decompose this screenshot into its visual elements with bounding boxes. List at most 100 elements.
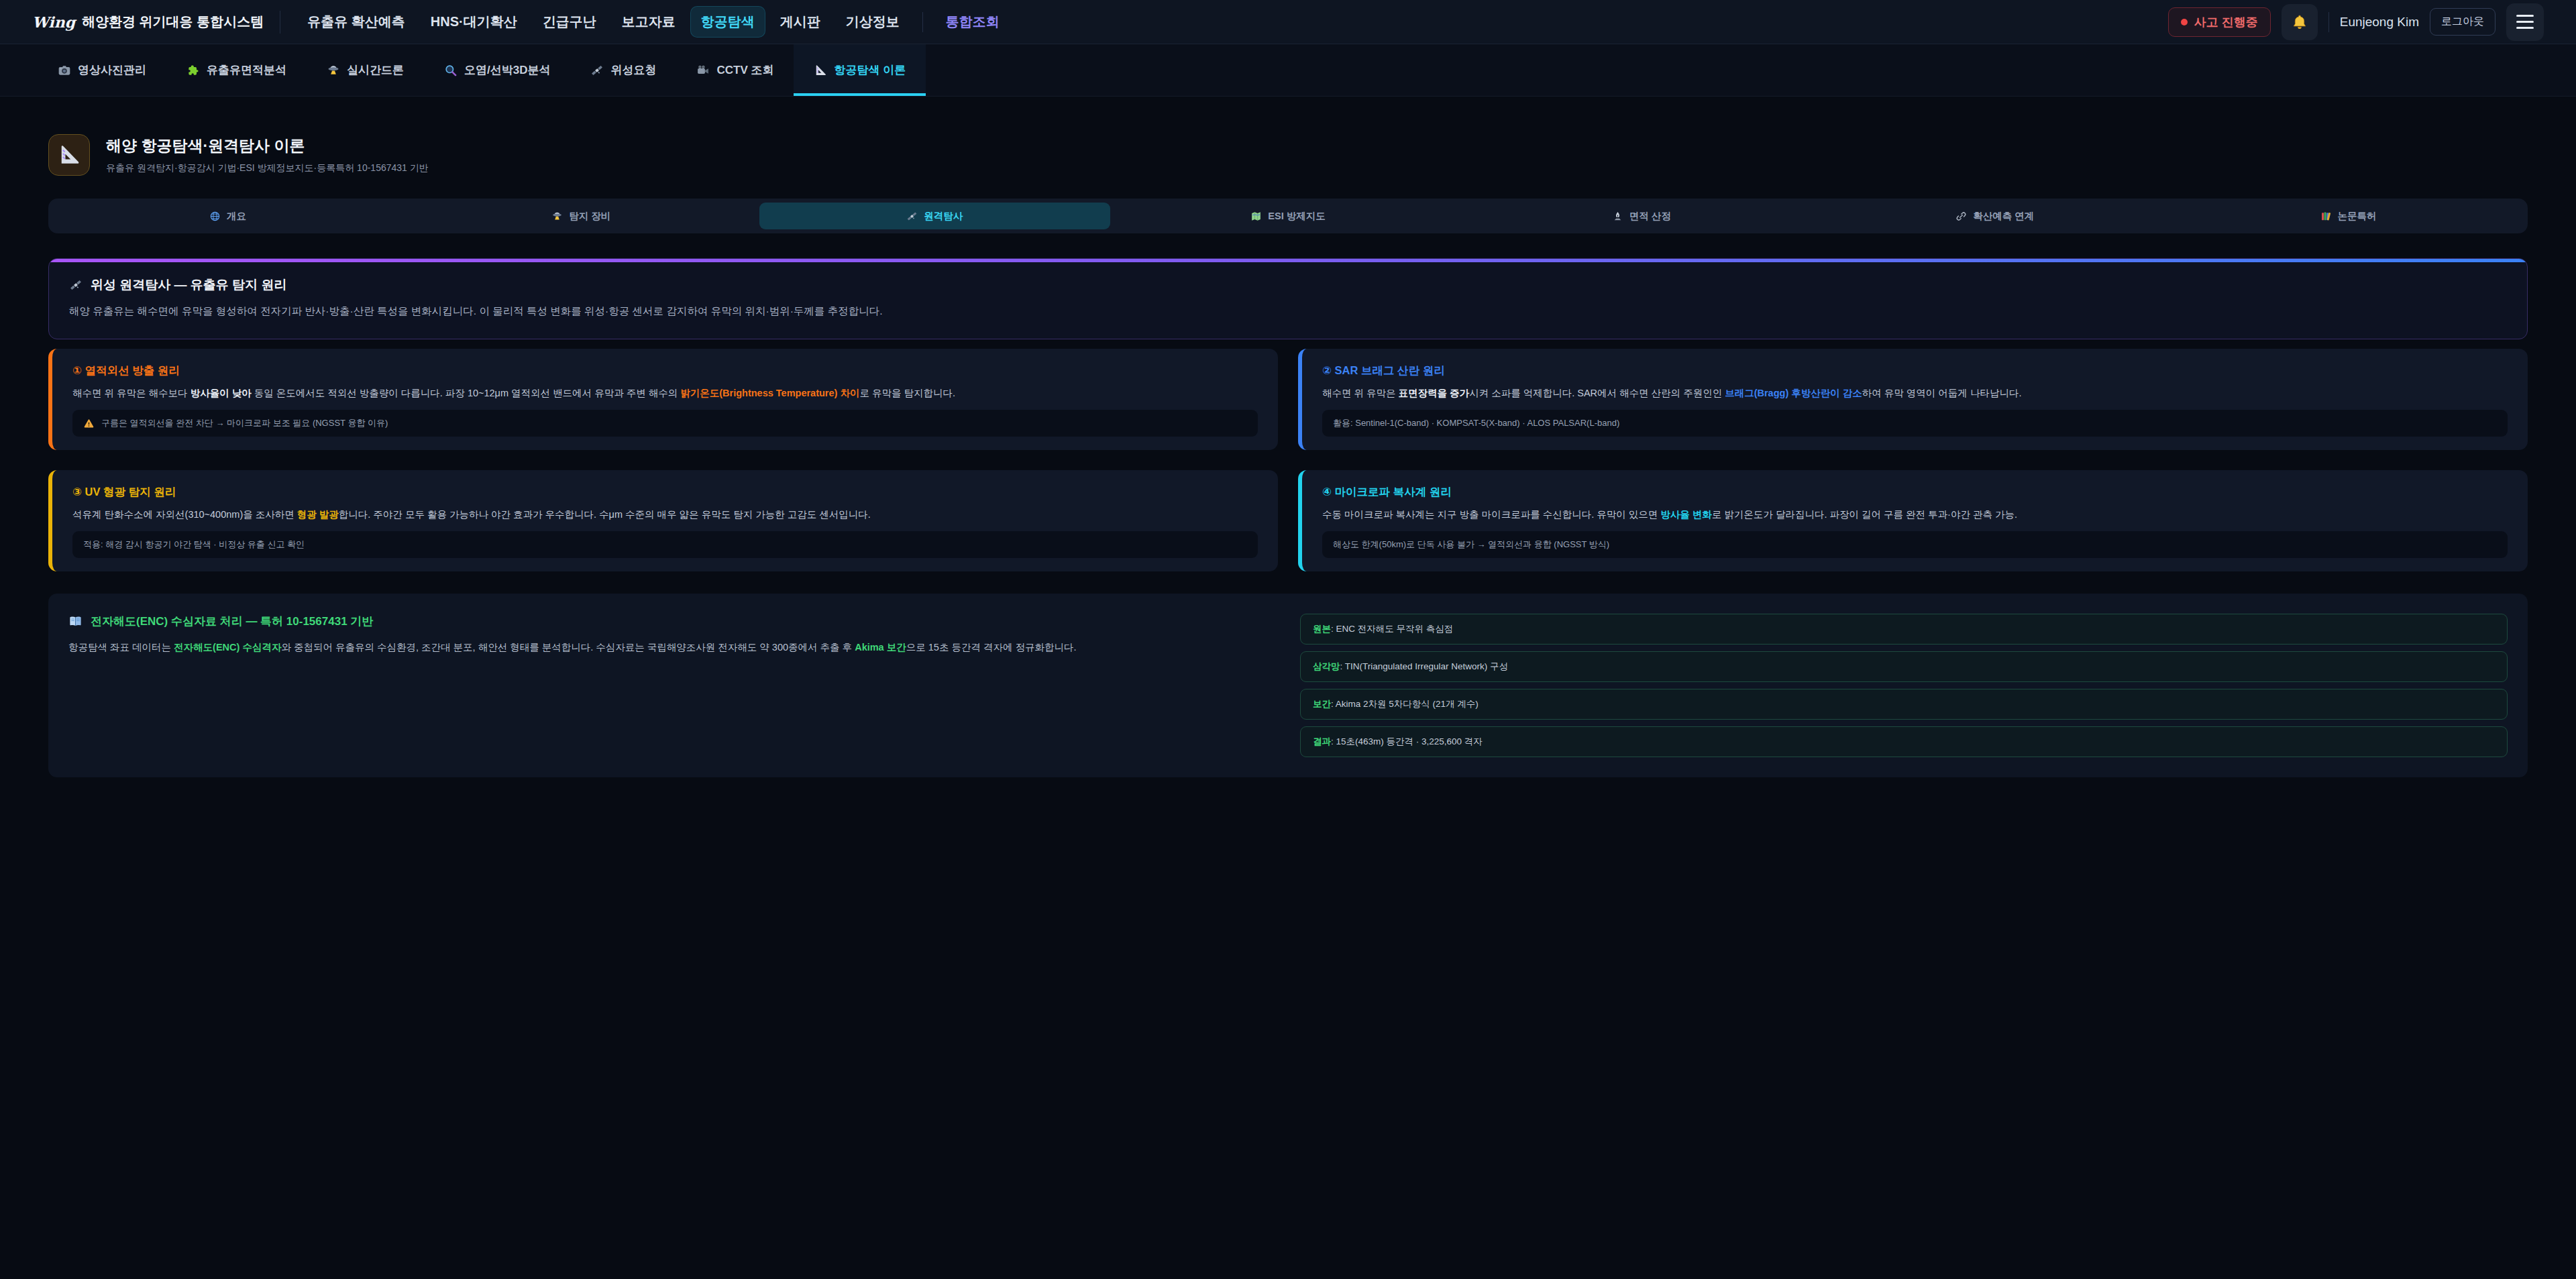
status-dot-icon xyxy=(2181,19,2188,25)
card-note-text: 해상도 한계(50km)로 단독 사용 불가 → 열적외선과 융합 (NGSST… xyxy=(1333,539,1609,551)
top-navigation: Wing 해양환경 위기대응 통합시스템 유출유 확산예측HNS·대기확산긴급구… xyxy=(0,0,2576,44)
tab-4[interactable]: 면적 산정 xyxy=(1466,203,1817,229)
card-note-text: 적용: 해경 감시 항공기 야간 탐색 · 비정상 유출 신고 확인 xyxy=(83,539,305,551)
subnav-tab-label: CCTV 조회 xyxy=(716,62,773,78)
enc-left-column: 전자해도(ENC) 수심자료 처리 — 특허 10-1567431 기반 항공탐… xyxy=(68,614,1273,757)
subnav-tab-1[interactable]: 유출유면적분석 xyxy=(166,44,307,96)
tab-label: 개요 xyxy=(227,210,246,223)
warning-icon xyxy=(83,418,95,429)
satellite-icon xyxy=(69,278,83,292)
puzzle-icon xyxy=(186,64,200,77)
magnifier-icon xyxy=(444,64,458,77)
enc-panel: 전자해도(ENC) 수심자료 처리 — 특허 10-1567431 기반 항공탐… xyxy=(48,594,2528,777)
enc-row-label: 원본 xyxy=(1313,623,1331,635)
menu-item-4[interactable]: 항공탐색 xyxy=(690,6,765,38)
triangle-ruler-icon xyxy=(57,143,81,167)
logout-button[interactable]: 로그아웃 xyxy=(2430,8,2496,36)
incident-status-badge[interactable]: 사고 진행중 xyxy=(2168,7,2271,37)
subnav-tab-0[interactable]: 영상사진관리 xyxy=(38,44,166,96)
card-note: 적용: 해경 감시 항공기 야간 탐색 · 비정상 유출 신고 확인 xyxy=(72,531,1258,558)
satellite-icon xyxy=(590,64,604,77)
enc-row-value: : 15초(463m) 등간격 · 3,225,600 격자 xyxy=(1331,736,1483,748)
subnav-tab-label: 오염/선박3D분석 xyxy=(464,62,550,78)
subnav-tab-label: 영상사진관리 xyxy=(78,62,146,78)
camera-icon xyxy=(58,64,71,77)
enc-title: 전자해도(ENC) 수심자료 처리 — 특허 10-1567431 기반 xyxy=(68,614,1273,629)
tab-label: 면적 산정 xyxy=(1629,210,1671,223)
card-note: 해상도 한계(50km)로 단독 사용 불가 → 열적외선과 융합 (NGSST… xyxy=(1322,531,2508,558)
divider xyxy=(2328,12,2329,32)
menu-item-6[interactable]: 기상정보 xyxy=(835,6,910,38)
page-title: 해양 항공탐색·원격탐사 이론 xyxy=(106,135,429,156)
enc-row-label: 결과 xyxy=(1313,736,1331,748)
subnav-tab-label: 유출유면적분석 xyxy=(207,62,286,78)
subnav-tab-5[interactable]: CCTV 조회 xyxy=(676,44,794,96)
divider xyxy=(922,12,923,32)
principle-cards-grid: ① 열적외선 방출 원리해수면 위 유막은 해수보다 방사율이 낮아 동일 온도… xyxy=(48,349,2528,571)
logo-mark: Wing xyxy=(32,13,75,31)
enc-process-rows: 원본 : ENC 전자해도 무작위 측심점삼각망 : TIN(Triangula… xyxy=(1300,614,2508,757)
enc-row-3: 결과 : 15초(463m) 등간격 · 3,225,600 격자 xyxy=(1300,726,2508,757)
tab-label: 원격탐사 xyxy=(924,210,963,223)
enc-row-label: 보간 xyxy=(1313,698,1331,710)
remote-sensing-intro-panel: 위성 원격탐사 — 유출유 탐지 원리 해양 유출유는 해수면에 유막을 형성하… xyxy=(48,258,2528,339)
subnav-tab-label: 위성요청 xyxy=(610,62,656,78)
pen-nib-icon xyxy=(1612,211,1623,222)
enc-row-0: 원본 : ENC 전자해도 무작위 측심점 xyxy=(1300,614,2508,645)
card-title: ③ UV 형광 탐지 원리 xyxy=(72,485,1258,500)
menu-item-7[interactable]: 통합조회 xyxy=(935,6,1010,38)
card-note: 구름은 열적외선을 완전 차단 → 마이크로파 보조 필요 (NGSST 융합 … xyxy=(72,410,1258,437)
sub-navigation: 영상사진관리 유출유면적분석 실시간드론 오염/선박3D분석 위성요청 CCTV 조회 항공… xyxy=(0,44,2576,97)
subnav-tab-2[interactable]: 실시간드론 xyxy=(307,44,424,96)
menu-item-3[interactable]: 보고자료 xyxy=(611,6,686,38)
tab-6[interactable]: 논문특허 xyxy=(2173,203,2524,229)
globe-icon xyxy=(209,211,221,222)
enc-row-value: : ENC 전자해도 무작위 측심점 xyxy=(1331,623,1453,635)
main-menu: 유출유 확산예측HNS·대기확산긴급구난보고자료항공탐색게시판기상정보 통합조회 xyxy=(297,6,1010,38)
enc-row-value: : TIN(Triangulated Irregular Network) 구성 xyxy=(1340,661,1509,673)
user-name: Eunjeong Kim xyxy=(2340,15,2419,30)
subnav-tab-label: 실시간드론 xyxy=(347,62,404,78)
subnav-tab-4[interactable]: 위성요청 xyxy=(570,44,676,96)
tab-2[interactable]: 원격탐사 xyxy=(759,203,1110,229)
card-body: 해수면 위 유막은 해수보다 방사율이 낮아 동일 온도에서도 적외선 방출량이… xyxy=(72,387,1258,400)
section-tab-bar: 개요 탐지 장비 원격탐사 ESI 방제지도 면적 산정 확산예측 연계논문특허 xyxy=(48,199,2528,233)
subnav-tab-label: 항공탐색 이론 xyxy=(834,62,906,78)
card-title: ① 열적외선 방출 원리 xyxy=(72,364,1258,378)
page-header: 해양 항공탐색·원격탐사 이론 유출유 원격탐지·항공감시 기법·ESI 방제정… xyxy=(48,134,2528,176)
card-note-text: 구름은 열적외선을 완전 차단 → 마이크로파 보조 필요 (NGSST 융합 … xyxy=(101,417,388,429)
video-camera-icon xyxy=(696,64,710,77)
tab-3[interactable]: ESI 방제지도 xyxy=(1113,203,1464,229)
main-content: 해양 항공탐색·원격탐사 이론 유출유 원격탐지·항공감시 기법·ESI 방제정… xyxy=(0,97,2576,777)
principle-card-3: ③ UV 형광 탐지 원리석유계 탄화수소에 자외선(310~400nm)을 조… xyxy=(48,470,1278,571)
page-subtitle: 유출유 원격탐지·항공감시 기법·ESI 방제정보지도·등록특허 10-1567… xyxy=(106,162,429,174)
card-body: 해수면 위 유막은 표면장력을 증가시켜 소파를 억제합니다. SAR에서 해수… xyxy=(1322,387,2508,400)
tab-label: 탐지 장비 xyxy=(569,210,610,223)
ufo-icon xyxy=(551,211,563,222)
subnav-tab-6[interactable]: 항공탐색 이론 xyxy=(794,44,926,96)
card-body: 수동 마이크로파 복사계는 지구 방출 마이크로파를 수신합니다. 유막이 있으… xyxy=(1322,508,2508,521)
menu-item-5[interactable]: 게시판 xyxy=(769,6,831,38)
top-right-controls: 사고 진행중 Eunjeong Kim 로그아웃 xyxy=(2168,3,2544,41)
tab-1[interactable]: 탐지 장비 xyxy=(406,203,757,229)
app-logo: Wing 해양환경 위기대응 통합시스템 xyxy=(32,13,264,31)
page-icon-box xyxy=(48,134,90,176)
map-icon xyxy=(1250,211,1262,222)
tab-5[interactable]: 확산예측 연계 xyxy=(1819,203,2170,229)
menu-item-0[interactable]: 유출유 확산예측 xyxy=(297,6,416,38)
card-body: 석유계 탄화수소에 자외선(310~400nm)을 조사하면 형광 발광합니다.… xyxy=(72,508,1258,521)
open-book-icon xyxy=(68,614,83,628)
subnav-tab-3[interactable]: 오염/선박3D분석 xyxy=(424,44,570,96)
card-title: ② SAR 브래그 산란 원리 xyxy=(1322,364,2508,378)
hamburger-menu-button[interactable] xyxy=(2506,3,2544,41)
status-badge-label: 사고 진행중 xyxy=(2194,14,2258,30)
enc-row-label: 삼각망 xyxy=(1313,661,1340,673)
notification-bell-button[interactable] xyxy=(2282,4,2318,40)
card-title: ④ 마이크로파 복사계 원리 xyxy=(1322,485,2508,500)
tab-0[interactable]: 개요 xyxy=(52,203,403,229)
card-note: 활용: Sentinel-1(C-band) · KOMPSAT-5(X-ban… xyxy=(1322,410,2508,437)
satellite-icon xyxy=(906,211,918,222)
menu-item-2[interactable]: 긴급구난 xyxy=(532,6,607,38)
panel-title: 위성 원격탐사 — 유출유 탐지 원리 xyxy=(69,276,2507,294)
menu-item-1[interactable]: HNS·대기확산 xyxy=(420,6,528,38)
